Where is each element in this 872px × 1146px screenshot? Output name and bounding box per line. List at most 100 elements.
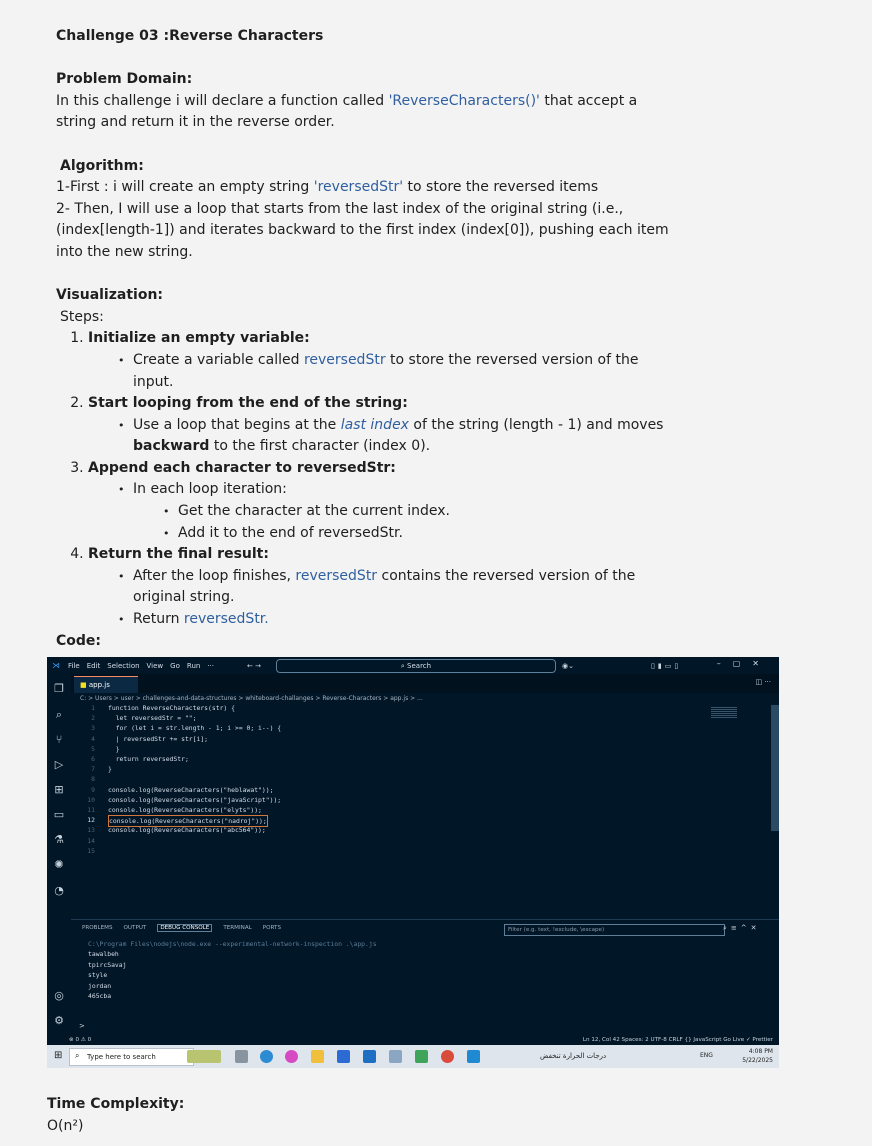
vscode-screenshot: ⋊ File Edit Selection View Go Run ··· ← → ⌕ Se…	[47, 657, 779, 1068]
line-number: 15	[87, 846, 95, 855]
var-name: reversedStr	[295, 567, 378, 584]
settings-taskbar-icon[interactable]	[389, 1050, 402, 1063]
breadcrumb[interactable]: C: > Users > user > challenges-and-data-…	[80, 695, 423, 702]
chrome-icon[interactable]	[441, 1050, 454, 1063]
code-line[interactable]: 8	[71, 774, 751, 784]
panel-tab[interactable]: OUTPUT	[124, 925, 147, 931]
clock[interactable]: 4:08 PM 5/22/2025	[742, 1047, 773, 1065]
window-controls[interactable]: –▢✕	[717, 659, 771, 668]
code-line[interactable]: 7}	[71, 764, 751, 774]
algo-step-1: 1-First : i will create an empty string …	[56, 177, 676, 199]
code-text: for (let i = str.length - 1; i >= 0; i--…	[108, 724, 282, 733]
sub-list: Use a loop that begins at the last index…	[88, 415, 676, 458]
edge-taskbar-icon[interactable]	[260, 1050, 273, 1063]
list-item: Get the character at the current index.	[163, 501, 676, 523]
split-editor-icon[interactable]: ◫ ···	[755, 678, 771, 686]
line-number: 2	[91, 714, 95, 723]
code-line[interactable]: 5 }	[71, 744, 751, 754]
bold-text: backward	[133, 438, 210, 455]
code-line[interactable]: 3 for (let i = str.length - 1; i >= 0; i…	[71, 723, 751, 733]
panel-tab[interactable]: PROBLEMS	[82, 925, 113, 931]
code-line[interactable]: 2 let reversedStr = "";	[71, 713, 751, 723]
code-line[interactable]: 4 | reversedStr += str[i];	[71, 734, 751, 744]
taskbar-search-icon: ⌕	[75, 1051, 80, 1060]
tray-language[interactable]: ENG	[700, 1052, 713, 1059]
drive-icon[interactable]	[415, 1050, 428, 1063]
store-icon[interactable]	[337, 1050, 350, 1063]
search-input[interactable]: ⌕ Search	[276, 659, 556, 673]
panel-tab[interactable]: DEBUG CONSOLE	[157, 924, 213, 932]
code-line[interactable]: 9 console.log(ReverseCharacters("heblawat…	[71, 785, 751, 795]
menu-item[interactable]: File	[68, 662, 80, 670]
text-run: that accept a	[539, 92, 638, 109]
tab-app-js[interactable]: ■ app.js	[74, 676, 138, 693]
algorithm-heading: Algorithm:	[60, 157, 144, 174]
console-prompt-icon[interactable]: >	[79, 1022, 85, 1030]
code-line[interactable]: 1 function ReverseCharacters(str) {	[71, 703, 751, 713]
extension-icon[interactable]: ✺	[52, 858, 66, 872]
run-debug-icon[interactable]: ▷	[52, 758, 66, 772]
panel-tab[interactable]: TERMINAL	[223, 925, 251, 931]
copilot-icon[interactable]: ◉⌄	[562, 662, 574, 670]
date: 5/22/2025	[742, 1057, 773, 1064]
list-item: Create a variable called reversedStr to …	[118, 350, 676, 393]
account-icon[interactable]: ◎	[52, 989, 66, 1003]
minimap[interactable]	[711, 707, 737, 719]
problems-count[interactable]: ⊗ 0 ⚠ 0	[69, 1037, 91, 1043]
code-line[interactable]: 15	[71, 846, 751, 856]
viz-heading: Visualization:	[56, 287, 164, 304]
search-icon[interactable]: ⌕	[52, 708, 66, 722]
menu-item[interactable]: Selection	[107, 662, 139, 670]
line-number: 10	[87, 795, 95, 804]
list-item: Use a loop that begins at the last index…	[118, 415, 676, 458]
nav-arrows-icon[interactable]: ← →	[247, 662, 261, 670]
code-heading: Code:	[56, 632, 102, 649]
weather-text[interactable]: درجات الحرارة تنخفض	[540, 1052, 606, 1060]
windows-start-icon[interactable]: ⊞	[54, 1050, 62, 1061]
code-line[interactable]: 12 console.log(ReverseCharacters("nadroj"…	[71, 815, 751, 828]
taskbar-app-icon[interactable]	[187, 1050, 221, 1063]
code-line[interactable]: 6 return reversedStr;	[71, 754, 751, 764]
taskbar-search[interactable]: Type here to search	[69, 1048, 194, 1066]
remote-icon[interactable]: ▭	[52, 808, 66, 822]
panel-tab[interactable]: PORTS	[263, 925, 281, 931]
task-view-icon[interactable]	[235, 1050, 248, 1063]
gear-icon[interactable]: ⚙	[52, 1014, 66, 1028]
edge-icon[interactable]: ◔	[52, 884, 66, 898]
copilot-taskbar-icon[interactable]	[285, 1050, 298, 1063]
code-line[interactable]: 13 console.log(ReverseCharacters("abc564"…	[71, 825, 751, 835]
code-editor[interactable]: 1 function ReverseCharacters(str) {2 let …	[71, 703, 771, 917]
panel-actions[interactable]: ⌕≡^✕	[723, 924, 761, 933]
code-line[interactable]: 10 console.log(ReverseCharacters("javaScr…	[71, 795, 751, 805]
step-title: Return the final result:	[88, 546, 269, 563]
extensions-icon[interactable]: ⊞	[52, 783, 66, 797]
sub-list: After the loop finishes, reversedStr con…	[88, 566, 676, 631]
vscode-taskbar-icon[interactable]	[467, 1050, 480, 1063]
menu-item[interactable]: Edit	[87, 662, 101, 670]
code-line[interactable]: 11 console.log(ReverseCharacters("elyts")…	[71, 805, 751, 815]
layout-icons[interactable]: ▯▮▭▯	[651, 662, 681, 670]
scrollbar[interactable]	[771, 705, 779, 831]
text-run: of the string (length - 1) and moves	[408, 416, 664, 433]
testing-icon[interactable]: ⚗	[52, 833, 66, 847]
tc-heading: Time Complexity:	[47, 1096, 185, 1112]
menu-item[interactable]: View	[147, 662, 164, 670]
code-line[interactable]: 14	[71, 836, 751, 846]
algo-step-2-cont: (index[length-1]) and iterates backward …	[56, 222, 669, 239]
explorer-icon[interactable]: ❐	[52, 682, 66, 696]
outlook-icon[interactable]	[363, 1050, 376, 1063]
filter-input[interactable]: Filter (e.g. text, !exclude, \escape)	[504, 924, 725, 936]
output-line: style	[88, 971, 108, 980]
sub-list: Create a variable called reversedStr to …	[88, 350, 676, 393]
code-text: function ReverseCharacters(str) {	[108, 704, 235, 712]
source-control-icon[interactable]: ⑂	[52, 733, 66, 747]
text-run: 1-First : i will create an empty string	[56, 179, 314, 196]
folder-icon[interactable]	[311, 1050, 324, 1063]
menu-item[interactable]: Go	[170, 662, 180, 670]
code-text: let reversedStr = "";	[108, 714, 197, 723]
status-right[interactable]: Ln 12, Col 42 Spaces: 2 UTF-8 CRLF {} Ja…	[583, 1035, 773, 1045]
menu-item[interactable]: Run	[187, 662, 200, 670]
steps-list: Initialize an empty variable: Create a v…	[56, 328, 676, 630]
menu-item[interactable]: ···	[207, 662, 214, 670]
output-line: tpircSavaj	[88, 960, 127, 969]
